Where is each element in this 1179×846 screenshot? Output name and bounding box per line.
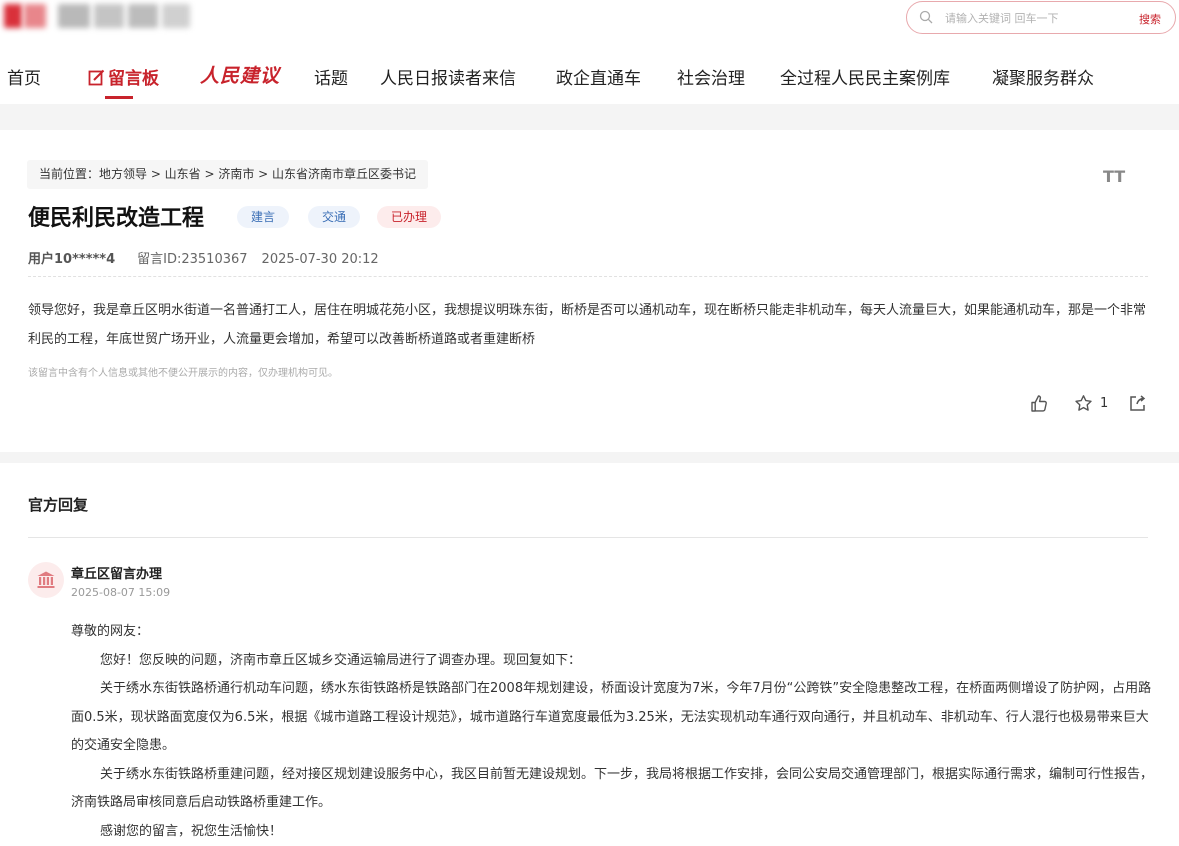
message-card: 当前位置：地方领导 > 山东省 > 济南市 > 山东省济南市章丘区委书记 TT … xyxy=(0,130,1179,452)
message-title: 便民利民改造工程 xyxy=(28,206,205,231)
nav-people-suggestion[interactable]: 人民建议 xyxy=(200,61,280,88)
nav-gov-enterprise[interactable]: 政企直通车 xyxy=(556,64,641,89)
share-button[interactable] xyxy=(1128,394,1147,417)
search-box: 搜索 xyxy=(906,1,1176,34)
status-badge: 已办理 xyxy=(377,206,442,228)
nav-home[interactable]: 首页 xyxy=(7,64,41,89)
top-bar: 搜索 首页 留言板 人民建议 话题 人民日报读者来信 政企直通车 社会治理 全过… xyxy=(0,0,1179,104)
reply-org-name: 章丘区留言办理 xyxy=(71,567,163,582)
share-icon xyxy=(1130,395,1146,411)
nav-message-board[interactable]: 留言板 xyxy=(88,64,159,89)
nav-topics[interactable]: 话题 xyxy=(314,64,348,89)
reply-paragraph: 感谢您的留言，祝您生活愉快！ xyxy=(100,823,283,839)
government-building-icon xyxy=(37,571,55,588)
nav-social-governance[interactable]: 社会治理 xyxy=(677,64,745,89)
reply-greeting: 尊敬的网友： xyxy=(71,624,150,639)
nav-readers-letters[interactable]: 人民日报读者来信 xyxy=(380,64,516,89)
message-id: 留言ID:23510367 xyxy=(137,252,248,267)
nav-message-board-label: 留言板 xyxy=(108,69,159,89)
nav-democracy-cases[interactable]: 全过程人民民主案例库 xyxy=(780,64,950,89)
tag-transport[interactable]: 交通 xyxy=(308,206,361,228)
avatar xyxy=(28,562,64,598)
reply-paragraph: 您好！您反映的问题，济南市章丘区城乡交通运输局进行了调查办理。现回复如下： xyxy=(100,652,582,668)
message-meta: 用户10*****4 留言ID:23510367 2025-07-30 20:12 xyxy=(28,248,379,267)
font-size-icon[interactable]: TT xyxy=(1103,167,1125,186)
star-icon xyxy=(1075,395,1092,411)
reply-heading: 官方回复 xyxy=(28,496,89,514)
divider xyxy=(28,276,1148,277)
message-body: 领导您好，我是章丘区明水街道一名普通打工人，居住在明城花苑小区，我想提议明珠东街… xyxy=(28,303,1147,347)
search-icon xyxy=(919,10,933,24)
message-datetime: 2025-07-30 20:12 xyxy=(261,252,379,267)
reply-body: 尊敬的网友： 您好！您反映的问题，济南市章丘区城乡交通运输局进行了调查办理。现回… xyxy=(71,618,1153,846)
official-reply-card: 官方回复 章丘区留言办理 2025-08-07 15:09 尊敬的网友： 您好！… xyxy=(0,463,1179,846)
site-logo[interactable] xyxy=(0,0,195,34)
main-nav: 首页 留言板 人民建议 话题 人民日报读者来信 政企直通车 社会治理 全过程人民… xyxy=(0,60,1179,99)
nav-active-indicator xyxy=(105,96,133,99)
privacy-note: 该留言中含有个人信息或其他不便公开展示的内容，仅办理机构可见。 xyxy=(28,368,338,379)
user-name: 用户10*****4 xyxy=(28,252,116,267)
reply-date: 2025-08-07 15:09 xyxy=(71,586,171,599)
breadcrumb: 当前位置：地方领导 > 山东省 > 济南市 > 山东省济南市章丘区委书记 xyxy=(27,160,429,189)
search-input[interactable] xyxy=(945,9,1115,27)
reply-divider xyxy=(28,537,1148,538)
message-actions: 1 xyxy=(1030,394,1150,414)
search-button[interactable]: 搜索 xyxy=(1139,11,1161,27)
thumbs-up-icon xyxy=(1031,395,1047,412)
like-button[interactable] xyxy=(1030,394,1049,417)
favorite-button[interactable] xyxy=(1074,394,1093,417)
edit-icon xyxy=(88,69,105,86)
tag-suggestion[interactable]: 建言 xyxy=(237,206,290,228)
reply-paragraph: 关于绣水东街铁路桥通行机动车问题，绣水东街铁路桥是铁路部门在2008年规划建设，… xyxy=(71,681,1152,753)
nav-serve-masses[interactable]: 凝聚服务群众 xyxy=(992,64,1094,89)
favorite-count: 1 xyxy=(1100,396,1109,411)
reply-paragraph: 关于绣水东街铁路桥重建问题，经对接区规划建设服务中心，我区目前暂无建设规划。下一… xyxy=(71,766,1154,811)
